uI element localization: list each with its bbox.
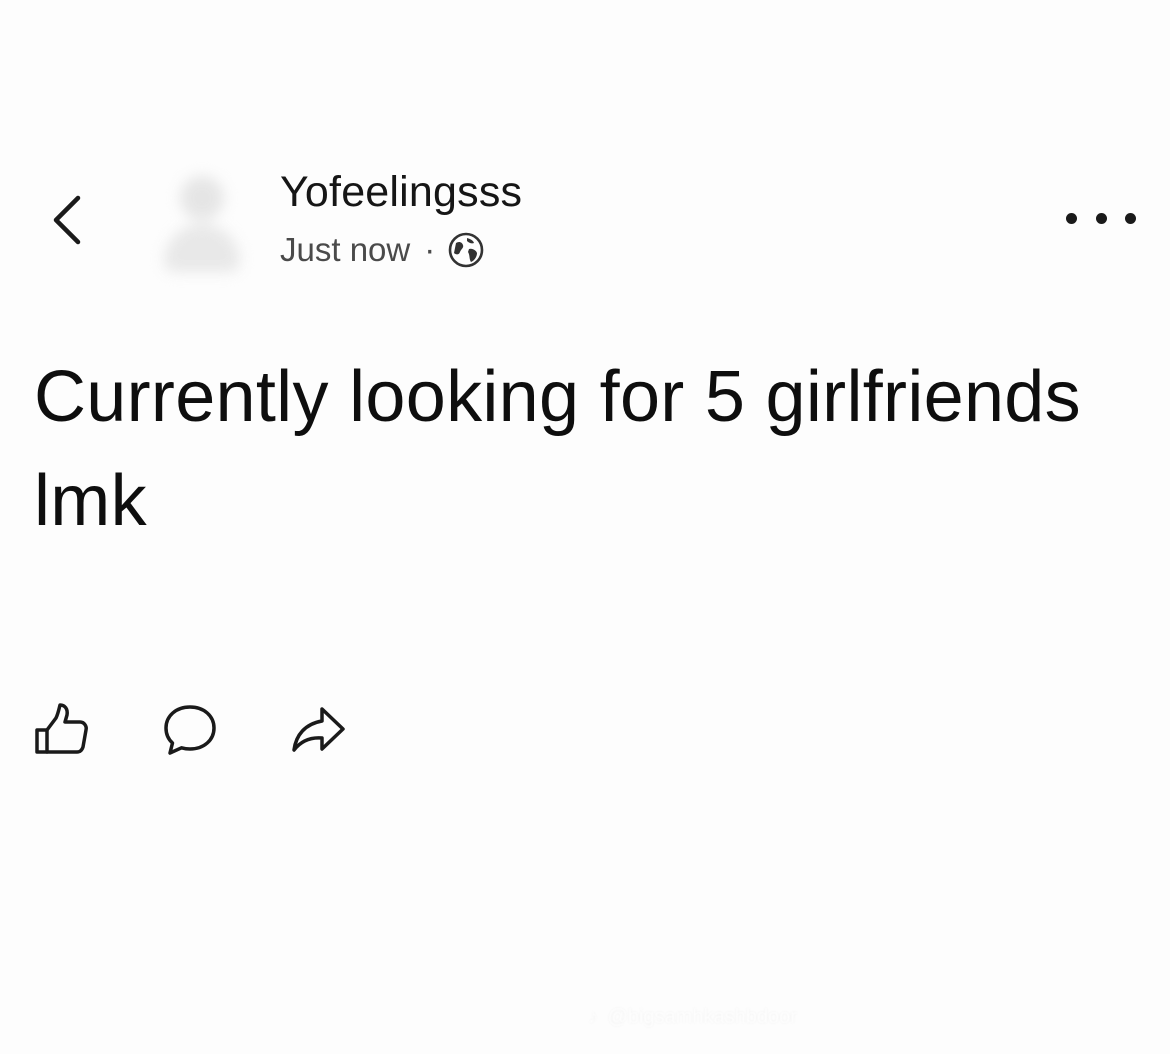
more-options-button[interactable]	[1066, 200, 1136, 236]
post-actions	[0, 700, 400, 760]
meta-separator: ·	[424, 231, 436, 268]
comment-icon	[164, 705, 216, 755]
back-button[interactable]	[44, 190, 92, 250]
share-icon	[292, 707, 345, 752]
timestamp: Just now	[280, 231, 411, 268]
thumbs-up-icon	[35, 703, 88, 754]
username[interactable]: Yofeelingsss	[280, 168, 522, 217]
more-horizontal-icon	[1066, 212, 1077, 224]
like-button[interactable]	[32, 700, 92, 760]
chevron-left-icon	[53, 195, 81, 245]
comment-button[interactable]	[160, 700, 220, 760]
watermark: ♪ @bigsamhkashbdoor	[588, 1006, 797, 1029]
watermark-handle: @bigsamhkashbdoor	[607, 1006, 797, 1028]
avatar[interactable]	[160, 168, 244, 276]
post-meta: Just now ·	[280, 230, 485, 270]
share-button[interactable]	[288, 700, 348, 760]
post-text: Currently looking for 5 girlfriends lmk	[34, 357, 1081, 541]
tiktok-icon: ♪	[588, 1006, 598, 1028]
globe-icon[interactable]	[447, 231, 485, 269]
